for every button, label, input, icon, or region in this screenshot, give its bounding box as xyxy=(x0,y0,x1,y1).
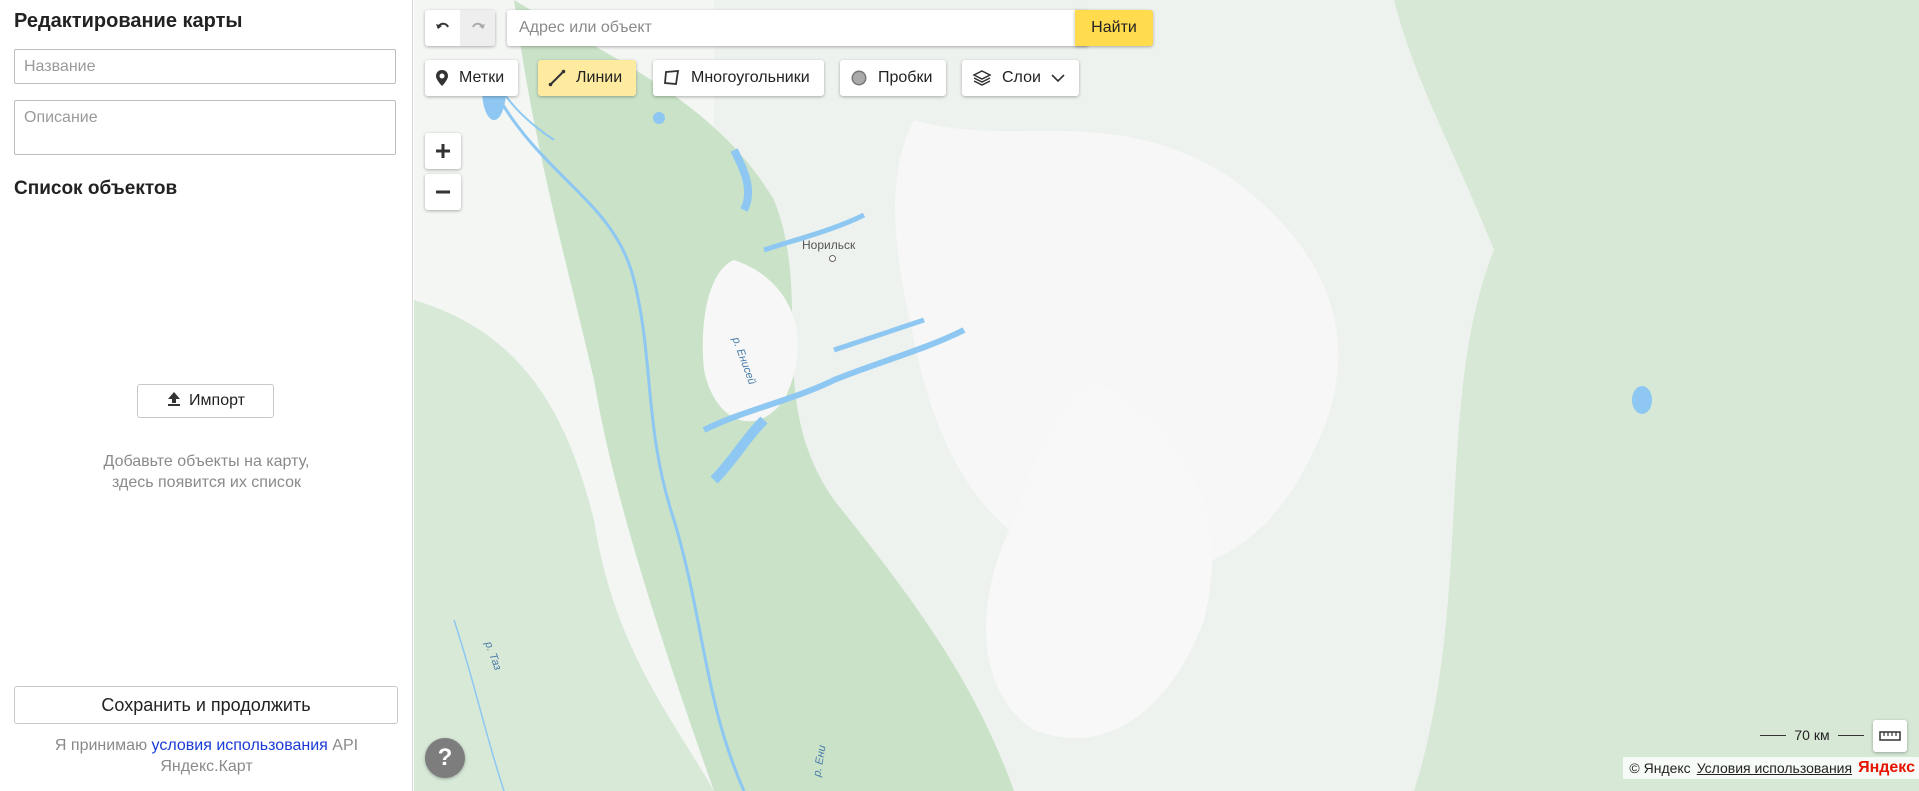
map-name-field[interactable] xyxy=(14,49,396,84)
terms-notice: Я принимаю условия использования API Янд… xyxy=(0,735,413,777)
terms-suffix: API xyxy=(327,737,359,754)
zoom-out-button[interactable] xyxy=(425,174,461,210)
redo-button[interactable] xyxy=(460,10,495,46)
empty-list-hint: Добавьте объекты на карту, здесь появитс… xyxy=(0,451,413,493)
import-label: Импорт xyxy=(189,392,245,409)
terms-prefix: Я принимаю xyxy=(54,737,152,754)
redo-icon xyxy=(471,22,485,29)
scale-label: 70 км xyxy=(1794,727,1830,743)
terms-line-2: Яндекс.Карт xyxy=(160,758,253,775)
tool-placemarks-button[interactable]: Метки xyxy=(425,60,519,96)
objects-list-title: Список объектов xyxy=(14,178,178,199)
hint-line-1: Добавьте объекты на карту, xyxy=(103,453,310,470)
copyright-text: © Яндекс xyxy=(1629,760,1691,776)
terms-link[interactable]: условия использования xyxy=(152,737,328,754)
map-canvas[interactable]: Норильск р. Енисей р. Таз р. Ени Найти М… xyxy=(414,0,1919,791)
zoom-in-button[interactable] xyxy=(425,133,461,169)
map-background xyxy=(414,0,1919,791)
ruler-button[interactable] xyxy=(1873,720,1907,752)
search-input[interactable] xyxy=(507,10,1088,46)
yandex-logo[interactable]: Яндекс xyxy=(1858,759,1915,777)
layers-icon xyxy=(972,70,992,86)
scale-line-right xyxy=(1838,735,1864,736)
tool-label: Линии xyxy=(576,69,623,86)
plus-icon xyxy=(436,144,450,158)
tool-label: Метки xyxy=(459,69,505,86)
search-button[interactable]: Найти xyxy=(1075,10,1153,46)
tool-layers-button[interactable]: Слои xyxy=(962,60,1079,96)
city-label-norilsk: Норильск xyxy=(802,238,856,252)
map-terms-link[interactable]: Условия использования xyxy=(1697,760,1852,776)
map-description-field[interactable] xyxy=(14,100,396,155)
chevron-down-icon xyxy=(1051,74,1065,83)
tool-label: Слои xyxy=(1002,69,1041,86)
scale-line-left xyxy=(1760,735,1786,736)
save-continue-button[interactable]: Сохранить и продолжить xyxy=(14,686,398,724)
tool-traffic-button[interactable]: Пробки xyxy=(840,60,947,96)
polygon-icon xyxy=(664,70,680,85)
tool-label: Пробки xyxy=(878,69,933,86)
copyright-bar: © Яндекс Условия использования Яндекс xyxy=(1623,757,1919,779)
line-icon xyxy=(548,69,566,87)
tool-polygons-button[interactable]: Многоугольники xyxy=(653,60,824,96)
editor-sidebar: Редактирование карты Список объектов Имп… xyxy=(0,0,413,791)
scale-bar: 70 км xyxy=(1760,725,1864,745)
minus-icon xyxy=(436,190,450,194)
help-button[interactable]: ? xyxy=(425,738,465,778)
tool-label: Многоугольники xyxy=(691,69,810,86)
traffic-icon xyxy=(851,70,867,86)
undo-redo-group xyxy=(425,10,495,46)
editor-title: Редактирование карты xyxy=(14,10,243,32)
city-marker xyxy=(829,255,836,262)
ruler-icon xyxy=(1879,731,1901,741)
pin-icon xyxy=(436,70,448,86)
hint-line-2: здесь появится их список xyxy=(112,474,301,491)
tool-lines-button[interactable]: Линии xyxy=(538,60,637,96)
upload-icon xyxy=(166,391,182,412)
import-button[interactable]: Импорт xyxy=(137,384,274,418)
undo-button[interactable] xyxy=(425,10,460,46)
undo-icon xyxy=(435,22,449,29)
